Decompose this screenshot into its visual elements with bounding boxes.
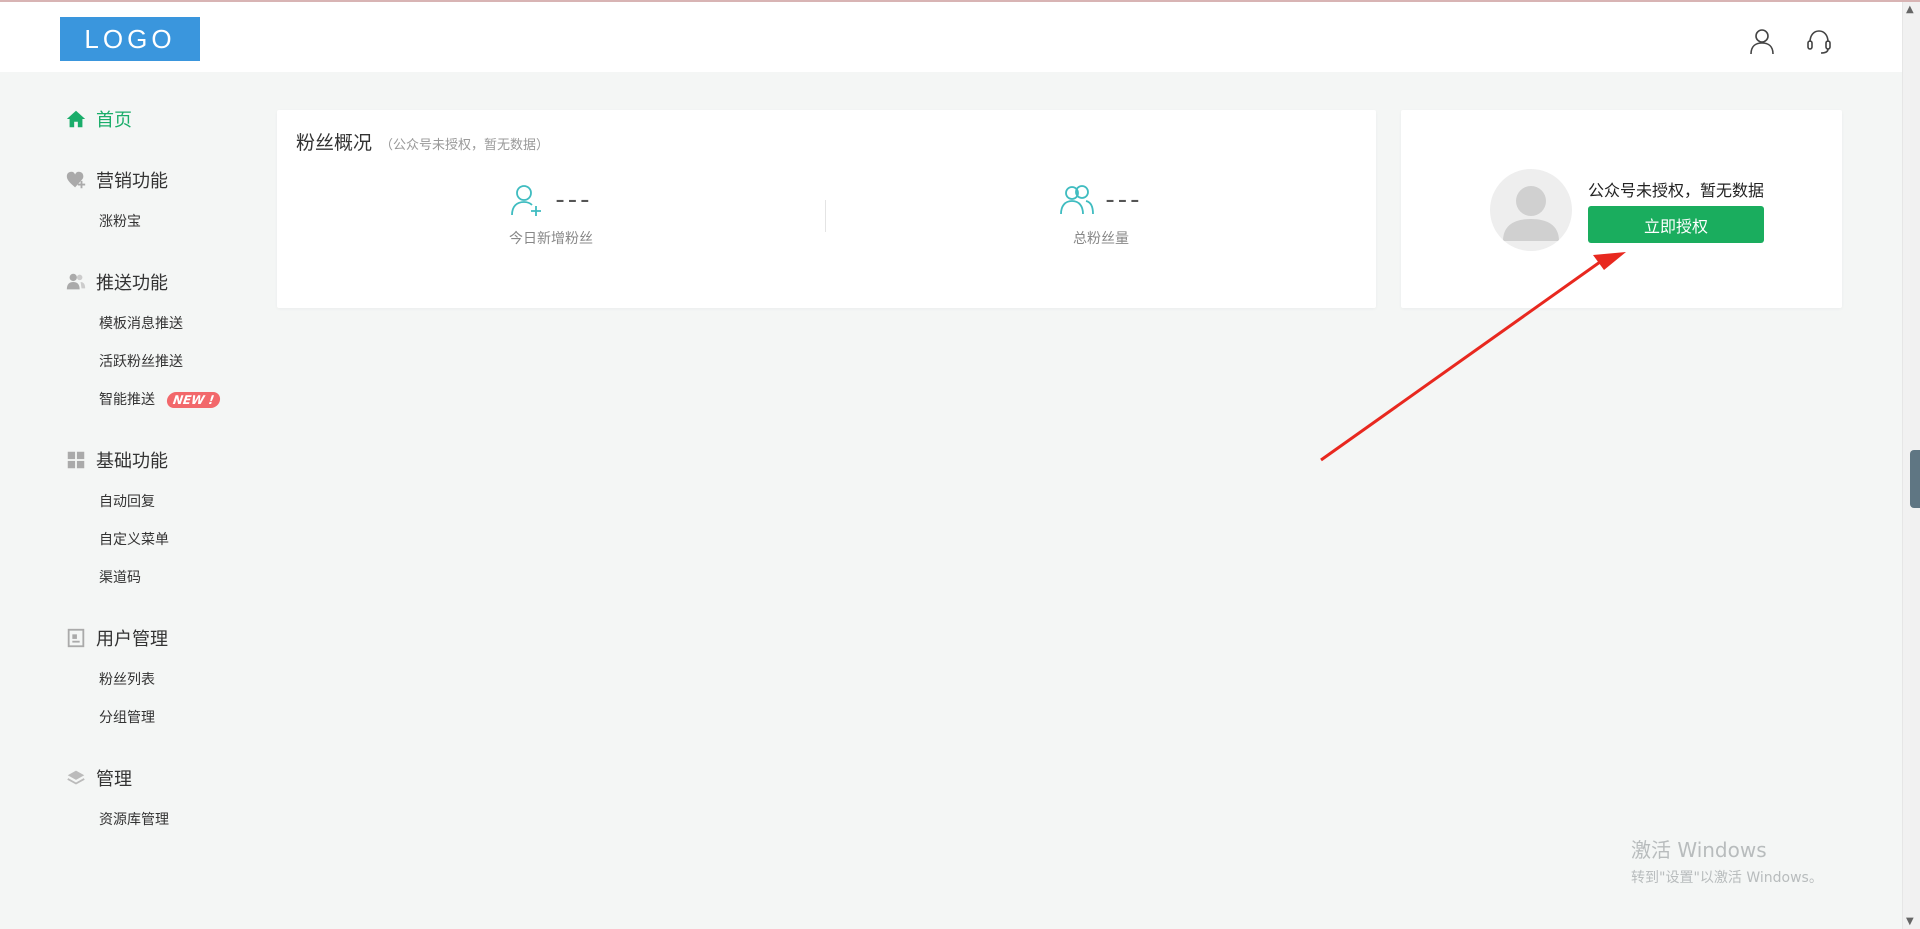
user-icon[interactable] <box>1747 26 1777 56</box>
today-new-fans-value: --- <box>555 185 593 215</box>
scroll-down-icon[interactable]: ▼ <box>1906 916 1914 927</box>
sidebar-section-manage[interactable]: 管理 <box>64 764 132 792</box>
headset-icon[interactable] <box>1804 26 1834 56</box>
today-new-fans-label: 今日新增粉丝 <box>509 231 593 247</box>
sidebar-section-label: 基础功能 <box>96 451 168 472</box>
authorize-now-button[interactable]: 立即授权 <box>1588 206 1764 243</box>
total-fans-value: --- <box>1105 185 1143 215</box>
layers-icon <box>64 766 88 790</box>
sidebar-item-fan-boost[interactable]: 涨粉宝 <box>99 211 141 233</box>
sidebar: 首页 营销功能 涨粉宝 推送功能 模板消息推送 活跃粉丝推送 智能推送 NEW … <box>0 72 246 872</box>
sidebar-item-smart-push[interactable]: 智能推送 NEW ! <box>99 389 222 411</box>
id-card-icon <box>64 626 88 650</box>
sidebar-item-custom-menu[interactable]: 自定义菜单 <box>99 529 169 551</box>
sidebar-item-resource-library[interactable]: 资源库管理 <box>99 809 169 831</box>
sidebar-item-template-push[interactable]: 模板消息推送 <box>99 313 183 335</box>
card-title: 粉丝概况 （公众号未授权，暂无数据） <box>296 128 549 155</box>
watermark-title: 激活 Windows <box>1631 838 1767 862</box>
sidebar-item-label: 智能推送 <box>99 392 155 408</box>
sidebar-item-label: 首页 <box>96 110 132 131</box>
watermark-subtitle: 转到"设置"以激活 Windows。 <box>1631 870 1823 886</box>
total-fans-stat: --- 总粉丝量 <box>951 182 1251 282</box>
users-icon <box>64 270 88 294</box>
sidebar-item-group-manage[interactable]: 分组管理 <box>99 707 155 729</box>
fans-overview-card: 粉丝概况 （公众号未授权，暂无数据） --- 今日新增粉丝 --- 总粉丝量 <box>277 110 1376 308</box>
total-fans-label: 总粉丝量 <box>1073 231 1129 247</box>
sidebar-section-label: 营销功能 <box>96 171 168 192</box>
sidebar-section-marketing[interactable]: 营销功能 <box>64 166 168 194</box>
home-icon <box>64 107 88 131</box>
logo[interactable]: LOGO <box>60 17 200 61</box>
grid-icon <box>64 448 88 472</box>
sidebar-item-home[interactable]: 首页 <box>64 105 132 133</box>
top-header: LOGO <box>0 2 1902 72</box>
side-gadget-handle[interactable] <box>1910 450 1920 508</box>
sidebar-section-label: 管理 <box>96 769 132 790</box>
sidebar-section-users[interactable]: 用户管理 <box>64 624 168 652</box>
avatar <box>1490 169 1572 251</box>
sidebar-section-label: 推送功能 <box>96 273 168 294</box>
authorization-card: 公众号未授权，暂无数据 立即授权 <box>1401 110 1842 308</box>
add-user-icon <box>511 185 542 216</box>
fans-overview-subtitle: （公众号未授权，暂无数据） <box>380 138 550 153</box>
sidebar-section-basic[interactable]: 基础功能 <box>64 446 168 474</box>
scroll-up-icon[interactable]: ▲ <box>1906 4 1914 15</box>
heart-plus-icon <box>64 168 88 192</box>
group-users-icon <box>1060 185 1095 215</box>
sidebar-item-fan-list[interactable]: 粉丝列表 <box>99 669 155 691</box>
sidebar-section-push[interactable]: 推送功能 <box>64 268 168 296</box>
fans-overview-title: 粉丝概况 <box>296 132 373 154</box>
auth-status-text: 公众号未授权，暂无数据 <box>1588 181 1765 200</box>
sidebar-item-active-fan-push[interactable]: 活跃粉丝推送 <box>99 351 183 373</box>
sidebar-item-auto-reply[interactable]: 自动回复 <box>99 491 155 513</box>
stat-divider <box>825 200 826 232</box>
new-badge: NEW ! <box>165 392 222 408</box>
windows-activation-watermark: 激活 Windows 转到"设置"以激活 Windows。 <box>1631 834 1823 887</box>
sidebar-item-channel-code[interactable]: 渠道码 <box>99 567 141 589</box>
today-new-fans-stat: --- 今日新增粉丝 <box>401 182 701 282</box>
sidebar-section-label: 用户管理 <box>96 629 168 650</box>
